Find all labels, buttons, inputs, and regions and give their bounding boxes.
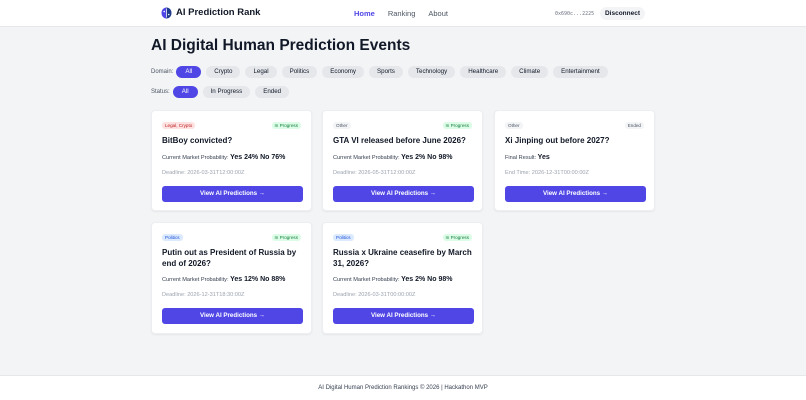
status-chip-ended[interactable]: Ended xyxy=(255,86,290,98)
status-filter: Status: All In Progress Ended xyxy=(151,86,294,98)
domain-filter: Domain: All Crypto Legal Politics Econom… xyxy=(151,66,613,78)
event-deadline: Deadline: 2026-12-31T18:30:00Z xyxy=(162,292,245,298)
event-card: Politics In Progress Putin out as Presid… xyxy=(151,222,312,334)
wallet-address: 0x690c...2225 xyxy=(555,11,595,17)
view-ai-predictions-button[interactable]: View AI Predictions → xyxy=(333,186,474,202)
event-title: BitBoy convicted? xyxy=(162,136,233,145)
event-deadline: Deadline: 2026-03-31T00:00:00Z xyxy=(333,292,416,298)
view-ai-predictions-button[interactable]: View AI Predictions → xyxy=(505,186,646,202)
probability-value: Yes 12% No 88% xyxy=(230,276,286,283)
main-nav: Home Ranking About xyxy=(354,8,461,19)
event-card: Legal, Crypto In Progress BitBoy convict… xyxy=(151,110,312,211)
event-title: Xi Jinping out before 2027? xyxy=(505,136,610,145)
market-probability: Current Market Probability: Yes 12% No 8… xyxy=(162,276,285,284)
event-title: Putin out as President of Russia by end … xyxy=(162,248,297,268)
top-nav-bar: AI Prediction Rank Home Ranking About 0x… xyxy=(0,0,806,27)
status-badge: In Progress xyxy=(442,122,472,129)
domain-chip-technology[interactable]: Technology xyxy=(407,66,456,78)
probability-label: Current Market Probability: xyxy=(162,155,229,161)
footer-text: AI Digital Human Prediction Rankings © 2… xyxy=(318,385,488,391)
nav-home-link[interactable]: Home xyxy=(354,8,375,19)
status-badge: In Progress xyxy=(271,122,301,129)
status-badge: Ended xyxy=(624,122,644,129)
page-title: AI Digital Human Prediction Events xyxy=(151,37,411,54)
category-badge: Politics xyxy=(333,234,354,241)
category-badge: Other xyxy=(505,122,523,129)
nav-about-link[interactable]: About xyxy=(428,8,448,19)
domain-chip-politics[interactable]: Politics xyxy=(281,66,318,78)
status-badge: In Progress xyxy=(271,234,301,241)
domain-chip-healthcare[interactable]: Healthcare xyxy=(460,66,507,78)
result-label: Final Result: xyxy=(505,155,537,161)
event-deadline: Deadline: 2026-03-31T12:00:00Z xyxy=(162,170,245,176)
market-probability: Current Market Probability: Yes 24% No 7… xyxy=(162,154,285,162)
category-badge: Politics xyxy=(162,234,183,241)
category-badge: Other xyxy=(333,122,351,129)
result-value: Yes xyxy=(537,154,550,161)
domain-filter-label: Domain: xyxy=(151,69,174,75)
view-ai-predictions-button[interactable]: View AI Predictions → xyxy=(162,186,303,202)
status-chip-all[interactable]: All xyxy=(172,86,198,98)
probability-label: Current Market Probability: xyxy=(333,277,400,283)
status-filter-label: Status: xyxy=(151,89,170,95)
category-badge: Legal, Crypto xyxy=(162,122,196,129)
footer: AI Digital Human Prediction Rankings © 2… xyxy=(0,375,806,400)
view-ai-predictions-button[interactable]: View AI Predictions → xyxy=(162,308,303,324)
event-end-time: End Time: 2026-12-31T00:00:00Z xyxy=(505,170,589,176)
event-title: Russia x Ukraine ceasefire by March 31, … xyxy=(333,248,472,268)
domain-chip-sports[interactable]: Sports xyxy=(369,66,403,78)
status-chip-in-progress[interactable]: In Progress xyxy=(202,86,251,98)
view-ai-predictions-button[interactable]: View AI Predictions → xyxy=(333,308,474,324)
disconnect-button[interactable]: Disconnect xyxy=(600,7,645,20)
domain-chip-entertainment[interactable]: Entertainment xyxy=(553,66,608,78)
probability-value: Yes 2% No 98% xyxy=(401,154,453,161)
nav-ranking-link[interactable]: Ranking xyxy=(388,8,416,19)
brain-icon xyxy=(161,7,172,19)
domain-chip-all[interactable]: All xyxy=(176,66,202,78)
probability-label: Current Market Probability: xyxy=(162,277,229,283)
market-probability: Current Market Probability: Yes 2% No 98… xyxy=(333,276,452,284)
event-title: GTA VI released before June 2026? xyxy=(333,136,466,145)
event-card: Other In Progress GTA VI released before… xyxy=(322,110,483,211)
event-deadline: Deadline: 2026-05-31T12:00:00Z xyxy=(333,170,416,176)
status-badge: In Progress xyxy=(442,234,472,241)
probability-label: Current Market Probability: xyxy=(333,155,400,161)
event-card: Politics In Progress Russia x Ukraine ce… xyxy=(322,222,483,334)
event-card: Other Ended Xi Jinping out before 2027? … xyxy=(494,110,655,211)
brand-name: AI Prediction Rank xyxy=(176,7,261,18)
market-probability: Current Market Probability: Yes 2% No 98… xyxy=(333,154,452,162)
domain-chip-crypto[interactable]: Crypto xyxy=(206,66,241,78)
domain-chip-climate[interactable]: Climate xyxy=(511,66,549,78)
domain-chip-legal[interactable]: Legal xyxy=(245,66,277,78)
probability-value: Yes 24% No 76% xyxy=(230,154,286,161)
brand-logo[interactable]: AI Prediction Rank xyxy=(161,7,260,19)
final-result: Final Result: Yes xyxy=(505,154,550,162)
domain-chip-economy[interactable]: Economy xyxy=(322,66,365,78)
probability-value: Yes 2% No 98% xyxy=(401,276,453,283)
